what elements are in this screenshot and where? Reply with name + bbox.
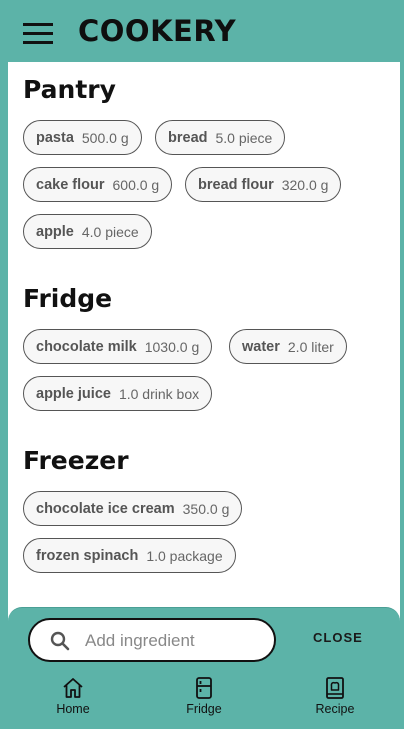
ingredient-qty: 2.0 liter: [287, 338, 334, 355]
ingredient-chip[interactable]: bread 5.0 piece: [155, 120, 286, 155]
close-button[interactable]: CLOSE: [313, 630, 363, 645]
section-title-pantry: Pantry: [23, 75, 116, 104]
ingredient-qty: 320.0 g: [281, 176, 329, 193]
nav-recipe[interactable]: Recipe: [285, 669, 385, 725]
hamburger-menu-icon[interactable]: [23, 23, 53, 45]
ingredient-qty: 1.0 package: [146, 547, 223, 564]
ingredient-qty: 4.0 piece: [81, 223, 139, 240]
top-app-bar: COOKERY: [0, 0, 404, 62]
ingredient-qty: 500.0 g: [81, 129, 129, 146]
ingredient-name: cake flour: [36, 176, 105, 193]
ingredient-qty: 600.0 g: [112, 176, 160, 193]
ingredient-qty: 1.0 drink box: [118, 385, 200, 402]
ingredient-chip[interactable]: pasta 500.0 g: [23, 120, 142, 155]
recipe-book-icon: [326, 677, 344, 699]
nav-fridge[interactable]: Fridge: [154, 669, 254, 725]
home-icon: [63, 678, 83, 698]
ingredient-name: chocolate ice cream: [36, 500, 175, 517]
add-ingredient-sheet: Add ingredient CLOSE: [8, 607, 400, 670]
ingredient-chip[interactable]: apple 4.0 piece: [23, 214, 152, 249]
search-icon: [50, 631, 70, 651]
ingredient-name: apple juice: [36, 385, 111, 402]
ingredient-qty: 5.0 piece: [215, 129, 273, 146]
ingredient-chip[interactable]: water 2.0 liter: [229, 329, 347, 364]
ingredient-chip[interactable]: chocolate ice cream 350.0 g: [23, 491, 243, 526]
search-placeholder: Add ingredient: [85, 631, 195, 650]
ingredient-chip[interactable]: apple juice 1.0 drink box: [23, 376, 213, 411]
ingredient-chip[interactable]: cake flour 600.0 g: [23, 167, 173, 202]
ingredient-name: bread flour: [198, 176, 274, 193]
ingredient-chip[interactable]: frozen spinach 1.0 package: [23, 538, 236, 573]
app-title: COOKERY: [78, 14, 237, 48]
ingredient-name: water: [242, 338, 280, 355]
section-title-fridge: Fridge: [23, 284, 113, 313]
add-ingredient-input[interactable]: Add ingredient: [28, 618, 276, 662]
ingredient-name: chocolate milk: [36, 338, 137, 355]
ingredient-chip[interactable]: chocolate milk 1030.0 g: [23, 329, 213, 364]
ingredient-name: apple: [36, 223, 74, 240]
nav-label-recipe: Recipe: [315, 702, 355, 716]
ingredient-name: pasta: [36, 129, 74, 146]
ingredient-qty: 350.0 g: [182, 500, 230, 517]
ingredient-chip[interactable]: bread flour 320.0 g: [185, 167, 342, 202]
ingredient-qty: 1030.0 g: [144, 338, 200, 355]
nav-label-home: Home: [56, 702, 90, 716]
ingredient-name: bread: [168, 129, 208, 146]
nav-label-fridge: Fridge: [186, 702, 222, 716]
bottom-navigation: Home Fridge Recipe: [0, 669, 404, 729]
nav-home[interactable]: Home: [23, 669, 123, 725]
section-title-freezer: Freezer: [23, 446, 129, 475]
ingredient-name: frozen spinach: [36, 547, 139, 564]
fridge-icon: [196, 677, 212, 699]
inventory-content[interactable]: Pantry pasta 500.0 g bread 5.0 piece cak…: [8, 62, 400, 668]
